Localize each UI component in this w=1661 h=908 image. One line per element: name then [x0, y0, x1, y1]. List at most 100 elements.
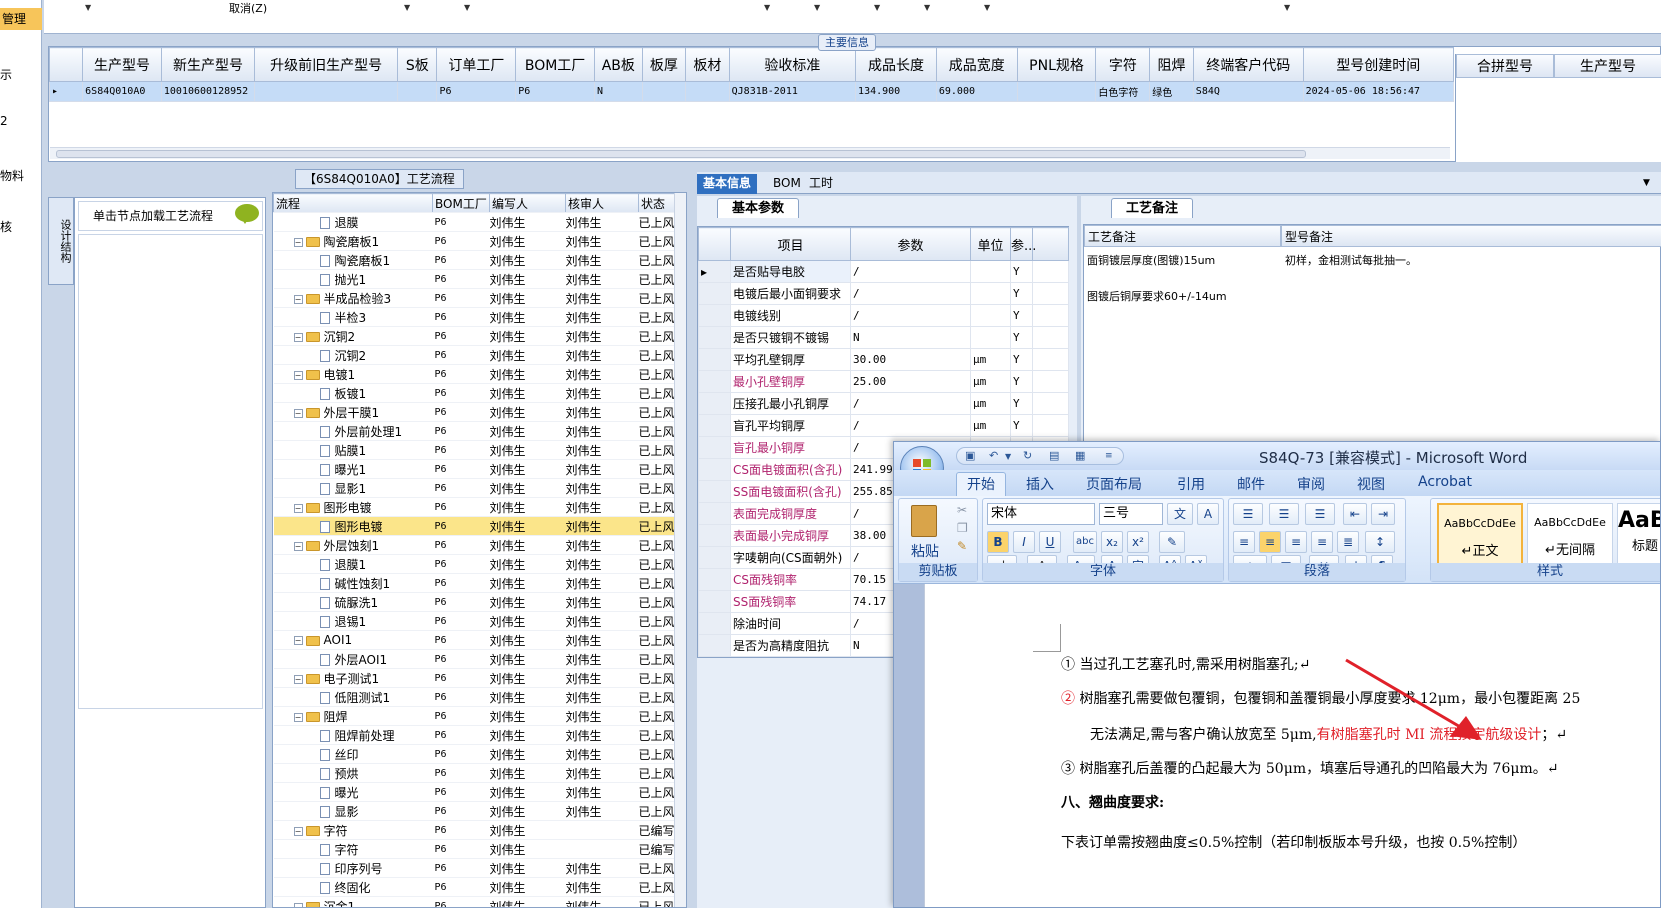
- flow-status-cell[interactable]: 已上风: [638, 782, 677, 802]
- increase-indent-icon[interactable]: ⇥: [1371, 503, 1395, 525]
- param-value-cell[interactable]: 25.00: [850, 370, 971, 393]
- main-cell[interactable]: 绿色: [1149, 81, 1194, 102]
- param-row-indicator[interactable]: [698, 502, 731, 525]
- flow-writer-cell[interactable]: 刘伟生: [489, 877, 566, 897]
- flow-reviewer-cell[interactable]: 刘伟生: [565, 744, 639, 764]
- dropdown-arrow-icon[interactable]: ▼: [814, 3, 820, 12]
- horizontal-scrollbar[interactable]: [50, 147, 1450, 159]
- flow-bom-cell[interactable]: P6: [432, 288, 490, 308]
- flow-bom-cell[interactable]: P6: [432, 782, 490, 802]
- flow-status-cell[interactable]: 已上风: [638, 668, 677, 688]
- flow-reviewer-cell[interactable]: 刘伟生: [565, 573, 639, 593]
- flow-reviewer-cell[interactable]: 刘伟生: [565, 402, 639, 422]
- main-cell[interactable]: 2024-05-06 18:56:47: [1302, 81, 1455, 102]
- param-item-cell[interactable]: 平均孔壁铜厚: [730, 348, 851, 371]
- flow-step-cell[interactable]: 图形电镀: [273, 516, 433, 536]
- flow-reviewer-cell[interactable]: 刘伟生: [565, 668, 639, 688]
- param-item-cell[interactable]: 是否只镀铜不镀锡: [730, 326, 851, 349]
- flow-col-header[interactable]: 状态: [638, 193, 677, 213]
- flow-writer-cell[interactable]: 刘伟生: [489, 478, 566, 498]
- main-col-header[interactable]: 新生产型号: [160, 47, 256, 82]
- flow-writer-cell[interactable]: 刘伟生: [489, 706, 566, 726]
- collapse-icon[interactable]: −: [293, 902, 303, 907]
- param-row-indicator[interactable]: [698, 612, 731, 635]
- param-col-header[interactable]: 项目: [730, 227, 851, 261]
- param-item-cell[interactable]: 字唛朝向(CS面朝外): [730, 546, 851, 569]
- flow-step-cell[interactable]: − 外层干膜1: [273, 402, 433, 422]
- flow-bom-cell[interactable]: P6: [432, 402, 490, 422]
- flow-step-cell[interactable]: 硫脲洗1: [273, 592, 433, 612]
- flow-row[interactable]: − 字符 P6 刘伟生 已编写: [273, 820, 677, 840]
- save-icon[interactable]: ▣: [965, 449, 975, 462]
- flow-writer-cell[interactable]: 刘伟生: [489, 896, 566, 907]
- main-cell[interactable]: N: [593, 81, 643, 102]
- flow-status-cell[interactable]: 已上风: [638, 345, 677, 365]
- param-flag-cell[interactable]: Y: [1010, 392, 1033, 415]
- flow-bom-cell[interactable]: P6: [432, 440, 490, 460]
- character-border-icon[interactable]: A: [1197, 503, 1219, 525]
- flow-status-cell[interactable]: 已上风: [638, 212, 677, 232]
- param-row-indicator[interactable]: [698, 370, 731, 393]
- main-cell[interactable]: [254, 81, 399, 102]
- flow-row[interactable]: − AOI1 P6 刘伟生 刘伟生 已上风: [273, 630, 677, 650]
- main-col-header[interactable]: BOM工厂: [515, 47, 595, 82]
- process-notes-subtab[interactable]: 工艺备注: [1111, 198, 1194, 218]
- flow-bom-cell[interactable]: P6: [432, 383, 490, 403]
- param-unit-cell[interactable]: μm: [970, 370, 1011, 393]
- flow-step-cell[interactable]: 低阻测试1: [273, 687, 433, 707]
- param-row-indicator[interactable]: [698, 458, 731, 481]
- flow-bom-cell[interactable]: P6: [432, 858, 490, 878]
- main-col-header[interactable]: 成品宽度: [935, 47, 1018, 82]
- main-cell[interactable]: 6S84Q010A0: [82, 81, 162, 102]
- distributed-icon[interactable]: ≣: [1337, 531, 1359, 553]
- param-value-cell[interactable]: N: [850, 326, 971, 349]
- main-col-header[interactable]: 字符: [1095, 47, 1151, 82]
- ribbon-tab-references[interactable]: 引用: [1177, 474, 1205, 494]
- collapse-icon[interactable]: −: [293, 370, 303, 380]
- flow-row[interactable]: 沉铜2 P6 刘伟生 刘伟生 已上风: [273, 345, 677, 365]
- flow-reviewer-cell[interactable]: 刘伟生: [565, 345, 639, 365]
- paste-button[interactable]: 粘贴: [911, 541, 939, 561]
- main-cell[interactable]: 10010600128952: [160, 81, 256, 102]
- flow-bom-cell[interactable]: P6: [432, 535, 490, 555]
- main-col-header[interactable]: 验收标准: [728, 47, 857, 82]
- process-note-line-1[interactable]: 面铜镀层厚度(图镀)15um: [1087, 252, 1215, 268]
- flow-step-cell[interactable]: − 半成品检验3: [273, 288, 433, 308]
- flow-bom-cell[interactable]: P6: [432, 592, 490, 612]
- param-row-indicator[interactable]: [698, 414, 731, 437]
- doc-line-2[interactable]: ② 树脂塞孔需要做包覆铜，包覆铜和盖覆铜最小厚度要求 12μm，最小包覆距离 2…: [1061, 688, 1580, 708]
- print-preview-icon[interactable]: ▦: [1075, 449, 1085, 462]
- param-unit-cell[interactable]: [970, 304, 1011, 327]
- flow-reviewer-cell[interactable]: 刘伟生: [565, 288, 639, 308]
- flow-bom-cell[interactable]: P6: [432, 326, 490, 346]
- customize-qat-icon[interactable]: ≡: [1105, 451, 1113, 461]
- ribbon-tab-mailings[interactable]: 邮件: [1237, 474, 1265, 494]
- param-item-cell[interactable]: 表面完成铜厚度: [730, 502, 851, 525]
- justify-icon[interactable]: ≡: [1311, 531, 1333, 553]
- flow-writer-cell[interactable]: 刘伟生: [489, 668, 566, 688]
- document-page[interactable]: ① 当过孔工艺塞孔时,需采用树脂塞孔;↵ ② 树脂塞孔需要做包覆铜，包覆铜和盖覆…: [924, 584, 1660, 907]
- flow-step-cell[interactable]: 板镀1: [273, 383, 433, 403]
- main-col-header[interactable]: 终端客户代码: [1192, 47, 1304, 82]
- flow-bom-cell[interactable]: P6: [432, 212, 490, 232]
- flow-bom-cell[interactable]: P6: [432, 668, 490, 688]
- flow-row[interactable]: 预烘 P6 刘伟生 刘伟生 已上风: [273, 763, 677, 783]
- param-row[interactable]: 盲孔平均铜厚 / μm Y: [698, 414, 1069, 437]
- flow-step-cell[interactable]: − 图形电镀: [273, 497, 433, 517]
- tab-bom[interactable]: BOM: [767, 174, 807, 194]
- bullets-icon[interactable]: ☰: [1233, 503, 1263, 525]
- flow-step-cell[interactable]: 丝印: [273, 744, 433, 764]
- flow-status-cell[interactable]: 已上风: [638, 744, 677, 764]
- flow-status-cell[interactable]: 已上风: [638, 611, 677, 631]
- flow-writer-cell[interactable]: 刘伟生: [489, 212, 566, 232]
- flow-reviewer-cell[interactable]: 刘伟生: [565, 706, 639, 726]
- flow-row[interactable]: 曝光 P6 刘伟生 刘伟生 已上风: [273, 782, 677, 802]
- flow-writer-cell[interactable]: 刘伟生: [489, 744, 566, 764]
- tab-work-hours[interactable]: 工时: [803, 174, 839, 194]
- flow-row[interactable]: − 外层蚀刻1 P6 刘伟生 刘伟生 已上风: [273, 535, 677, 555]
- flow-row[interactable]: − 陶瓷磨板1 P6 刘伟生 刘伟生 已上风: [273, 231, 677, 251]
- param-row-indicator[interactable]: [698, 524, 731, 547]
- flow-writer-cell[interactable]: 刘伟生: [489, 364, 566, 384]
- flow-step-cell[interactable]: 外层AOI1: [273, 649, 433, 669]
- param-value-cell[interactable]: 30.00: [850, 348, 971, 371]
